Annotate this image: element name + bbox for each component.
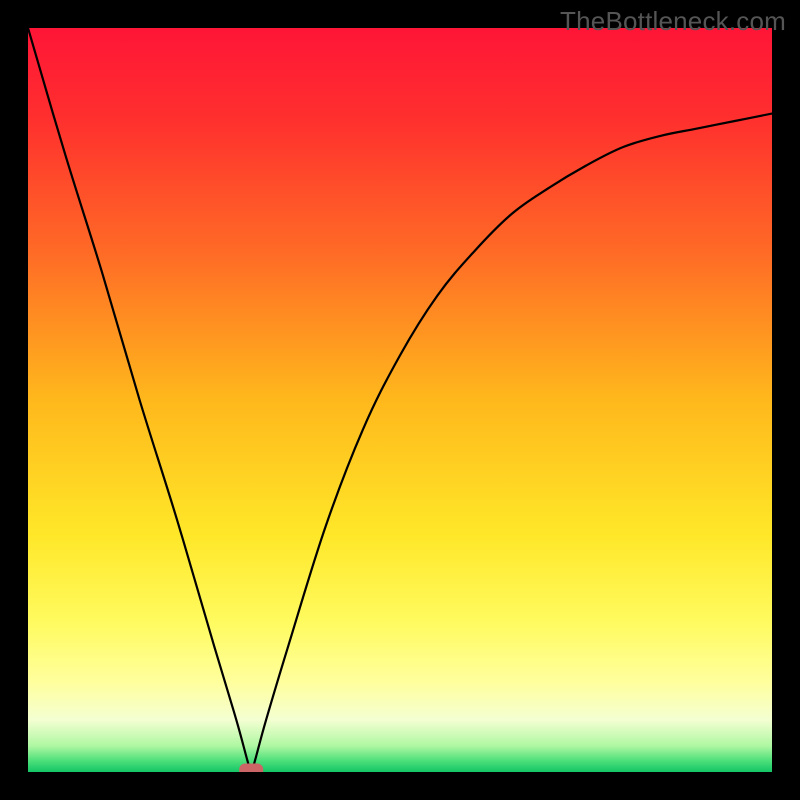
minimum-marker xyxy=(239,764,263,773)
watermark-text: TheBottleneck.com xyxy=(560,6,786,37)
chart-frame xyxy=(28,28,772,772)
bottleneck-chart xyxy=(28,28,772,772)
